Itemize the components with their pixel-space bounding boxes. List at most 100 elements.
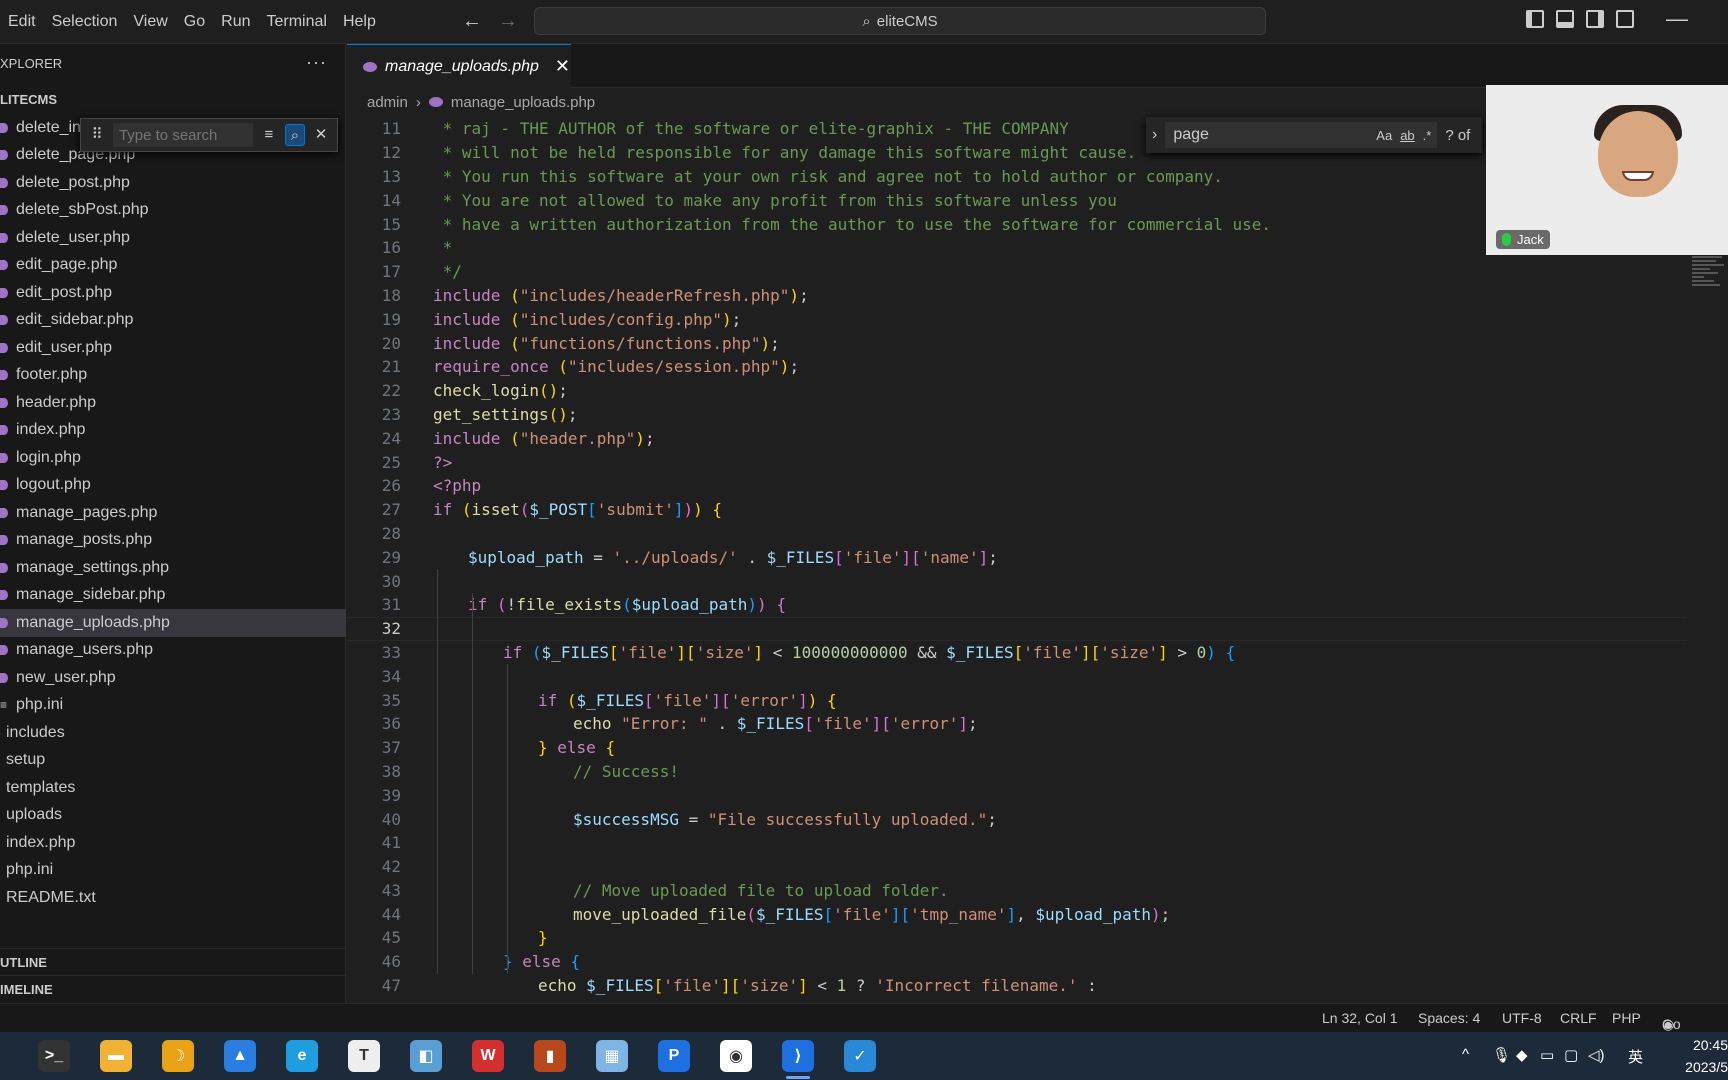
folder-item[interactable]: uploads: [0, 802, 346, 830]
workspace-root[interactable]: LITECMS: [0, 92, 57, 107]
file-item[interactable]: README.txt: [0, 884, 346, 912]
filter-icon[interactable]: ≡: [259, 124, 279, 146]
app-3-icon[interactable]: ☽: [162, 1040, 194, 1072]
menu-item-run[interactable]: Run: [213, 13, 258, 31]
indentation[interactable]: Spaces: 4: [1418, 1010, 1480, 1026]
typora-icon[interactable]: T: [348, 1040, 380, 1072]
clock[interactable]: 20:45 2023/5: [1670, 1034, 1728, 1078]
file-item[interactable]: manage_uploads.php: [0, 609, 346, 637]
line-text: include ("includes/config.php");: [433, 309, 742, 329]
command-center[interactable]: ⌕ eliteCMS: [534, 7, 1266, 35]
app-tray-icon[interactable]: ◆: [1516, 1046, 1528, 1064]
terminal-icon[interactable]: >_: [38, 1040, 70, 1072]
language-mode[interactable]: PHP: [1612, 1010, 1641, 1026]
menu-item-selection[interactable]: Selection: [44, 13, 126, 31]
back-arrow-icon[interactable]: ←: [462, 10, 482, 33]
toggle-primary-sidebar-icon[interactable]: [1526, 10, 1544, 28]
file-item[interactable]: delete_post.php: [0, 169, 346, 197]
file-item[interactable]: manage_posts.php: [0, 527, 346, 555]
timeline-section[interactable]: IMELINE: [0, 975, 346, 1002]
close-tab-icon[interactable]: ✕: [555, 56, 570, 77]
explorer-filter-input[interactable]: [112, 123, 253, 147]
file-item[interactable]: edit_post.php: [0, 279, 346, 307]
file-label: logout.php: [16, 476, 91, 494]
file-item[interactable]: manage_pages.php: [0, 499, 346, 527]
breadcrumb-file[interactable]: manage_uploads.php: [451, 94, 595, 111]
menu-item-view[interactable]: View: [125, 13, 175, 31]
app-4-icon[interactable]: ▲: [224, 1040, 256, 1072]
minimap[interactable]: [1692, 256, 1726, 346]
vscode-icon[interactable]: ⟩: [782, 1040, 814, 1072]
file-item[interactable]: delete_sbPost.php: [0, 197, 346, 225]
file-item[interactable]: index.php: [0, 829, 346, 857]
match-case-icon[interactable]: Aa: [1376, 128, 1392, 143]
encoding[interactable]: UTF-8: [1502, 1010, 1542, 1026]
chevron-up-icon[interactable]: ^: [1462, 1046, 1469, 1063]
outline-section[interactable]: UTLINE: [0, 948, 346, 975]
active-app-indicator: [786, 1076, 810, 1079]
file-item[interactable]: manage_sidebar.php: [0, 582, 346, 610]
battery-icon[interactable]: ▭: [1540, 1046, 1554, 1064]
volume-icon[interactable]: ◁): [1588, 1046, 1605, 1064]
file-item[interactable]: login.php: [0, 444, 346, 472]
close-icon[interactable]: ✕: [311, 124, 331, 146]
folder-item[interactable]: setup: [0, 747, 346, 775]
minimize-button[interactable]: —: [1666, 6, 1688, 32]
file-item[interactable]: new_user.php: [0, 664, 346, 692]
file-label: manage_posts.php: [16, 531, 153, 549]
toggle-panel-icon[interactable]: [1556, 10, 1574, 28]
file-item[interactable]: php.ini: [0, 857, 346, 885]
file-item[interactable]: header.php: [0, 389, 346, 417]
file-item[interactable]: delete_user.php: [0, 224, 346, 252]
edge-icon[interactable]: e: [286, 1040, 318, 1072]
drag-handle-icon[interactable]: ⠿: [87, 124, 107, 146]
file-item[interactable]: index.php: [0, 417, 346, 445]
file-item[interactable]: edit_page.php: [0, 252, 346, 280]
file-item[interactable]: logout.php: [0, 472, 346, 500]
file-item[interactable]: edit_sidebar.php: [0, 307, 346, 335]
file-label: php.ini: [16, 696, 64, 714]
network-icon[interactable]: ▢: [1564, 1046, 1578, 1064]
file-label: uploads: [6, 806, 63, 824]
file-item[interactable]: manage_users.php: [0, 637, 346, 665]
file-item[interactable]: edit_user.php: [0, 334, 346, 362]
folder-item[interactable]: includes: [0, 719, 346, 747]
breadcrumb-folder[interactable]: admin: [367, 94, 408, 111]
menu-item-terminal[interactable]: Terminal: [259, 13, 335, 31]
toggle-secondary-sidebar-icon[interactable]: [1586, 10, 1604, 28]
regex-icon[interactable]: .*: [1423, 128, 1432, 143]
chrome-icon[interactable]: ◉: [720, 1040, 752, 1072]
file-label: README.txt: [6, 888, 96, 906]
toggle-replace-icon[interactable]: ›: [1152, 126, 1157, 144]
microphone-icon[interactable]: 🎙: [1492, 1046, 1511, 1064]
file-explorer-icon[interactable]: ▬: [100, 1040, 132, 1072]
customize-layout-icon[interactable]: [1616, 10, 1634, 28]
ime-indicator[interactable]: 英: [1628, 1046, 1643, 1067]
line-number: 27: [381, 500, 401, 520]
file-item[interactable]: manage_settings.php: [0, 554, 346, 582]
folder-item[interactable]: templates: [0, 774, 346, 802]
app-7-icon[interactable]: ◧: [410, 1040, 442, 1072]
end-of-line[interactable]: CRLF: [1560, 1010, 1597, 1026]
wps-icon[interactable]: W: [472, 1040, 504, 1072]
app-14-icon[interactable]: ✓: [844, 1040, 876, 1072]
forward-arrow-icon[interactable]: →: [498, 10, 518, 33]
menu-item-edit[interactable]: Edit: [0, 13, 44, 31]
fuzzy-match-icon[interactable]: ⌕: [284, 124, 306, 146]
tab-manage-uploads[interactable]: manage_uploads.php ✕: [347, 44, 571, 88]
file-item[interactable]: ≡ php.ini: [0, 692, 346, 720]
app-11-icon[interactable]: P: [658, 1040, 690, 1072]
code-line: 42: [347, 855, 1687, 879]
file-item[interactable]: footer.php: [0, 362, 346, 390]
line-text: * will not be held responsible for any d…: [433, 143, 1137, 163]
match-whole-word-icon[interactable]: ab: [1400, 128, 1414, 143]
tab-label: manage_uploads.php: [385, 57, 539, 75]
find-input[interactable]: page Aa ab .*: [1165, 122, 1438, 148]
more-actions-icon[interactable]: ···: [306, 52, 327, 73]
cursor-position[interactable]: Ln 32, Col 1: [1322, 1010, 1398, 1026]
menu-item-help[interactable]: Help: [335, 13, 384, 31]
app-9-icon[interactable]: ▮: [534, 1040, 566, 1072]
file-label: footer.php: [16, 366, 88, 384]
app-10-icon[interactable]: ▦: [596, 1040, 628, 1072]
menu-item-go[interactable]: Go: [176, 13, 213, 31]
